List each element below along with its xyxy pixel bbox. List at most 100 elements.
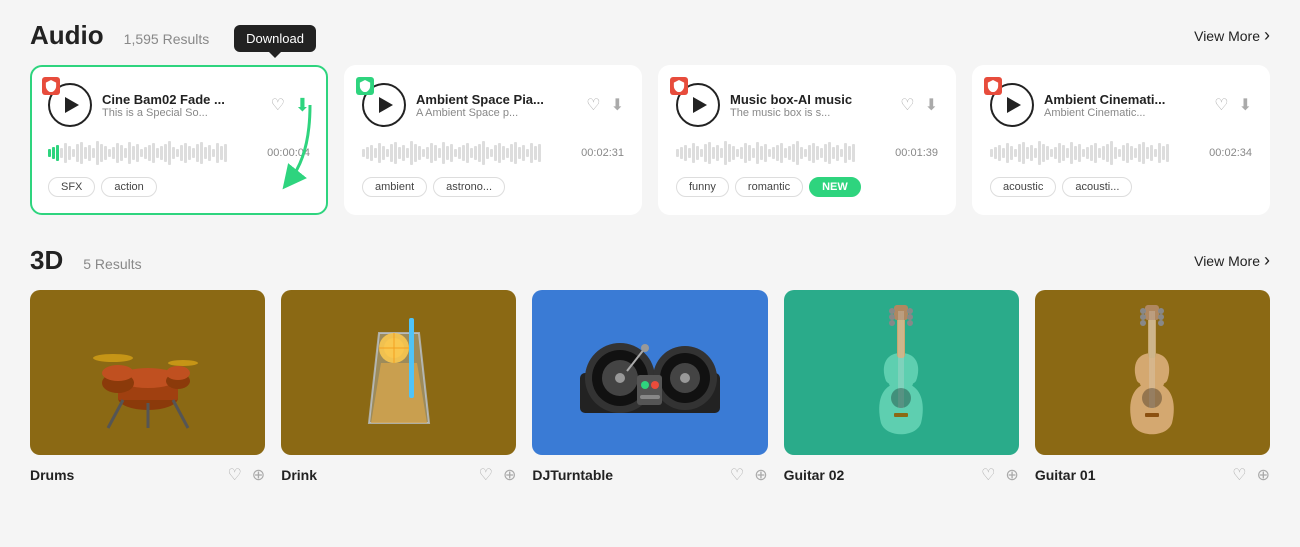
audio-info-1: Cine Bam02 Fade ... This is a Special So… (102, 92, 261, 119)
audio-info-4: Ambient Cinemati... Ambient Cinematic... (1044, 92, 1204, 119)
waveform-row-1: 00:00:04 (48, 139, 310, 167)
drums-actions: ♡ ⊕ (227, 465, 265, 485)
audio-cards-container: Download Cine Bam02 Fade ... This is a S… (30, 65, 1270, 215)
guitar2-name: Guitar 02 (784, 467, 845, 483)
shield-badge-3 (670, 77, 688, 95)
audio-actions-2: ♡ ⬇ (586, 95, 624, 115)
audio-tags-2: ambient astrono... (362, 177, 624, 197)
turntable-name: DJTurntable (532, 467, 613, 483)
tag-acoustic[interactable]: acoustic (990, 177, 1056, 197)
tag-acousti2[interactable]: acousti... (1062, 177, 1132, 197)
drums-card-bottom: Drums ♡ ⊕ (30, 465, 265, 485)
three-d-title: 3D (30, 245, 63, 276)
like-button-2[interactable]: ♡ (586, 95, 600, 115)
tag-new[interactable]: NEW (809, 177, 861, 197)
three-d-section-header: 3D 5 Results View More (30, 245, 1270, 276)
three-d-card-guitar2[interactable]: Guitar 02 ♡ ⊕ (784, 290, 1019, 485)
turntable-card-bottom: DJTurntable ♡ ⊕ (532, 465, 767, 485)
audio-subtitle-3: The music box is s... (730, 107, 890, 119)
turntable-image (532, 290, 767, 455)
audio-view-more[interactable]: View More (1194, 25, 1270, 46)
guitar2-actions: ♡ ⊕ (981, 465, 1019, 485)
drink-image (281, 290, 516, 455)
guitar1-like-icon[interactable]: ♡ (1232, 465, 1246, 485)
waveform-2 (362, 139, 573, 167)
download-button-2[interactable]: ⬇ (611, 95, 624, 115)
audio-card-4: Ambient Cinemati... Ambient Cinematic...… (972, 65, 1270, 215)
guitar1-card-bottom: Guitar 01 ♡ ⊕ (1035, 465, 1270, 485)
shield-badge-2 (356, 77, 374, 95)
download-button-3[interactable]: ⬇ (925, 95, 938, 115)
three-d-card-drums[interactable]: Drums ♡ ⊕ (30, 290, 265, 485)
like-button-4[interactable]: ♡ (1214, 95, 1228, 115)
duration-4: 00:02:34 (1209, 147, 1252, 159)
audio-title: Audio (30, 20, 104, 51)
audio-subtitle-4: Ambient Cinematic... (1044, 107, 1204, 119)
turntable-cart-icon[interactable]: ⊕ (754, 465, 767, 485)
guitar2-cart-icon[interactable]: ⊕ (1005, 465, 1018, 485)
drink-actions: ♡ ⊕ (479, 465, 517, 485)
guitar2-like-icon[interactable]: ♡ (981, 465, 995, 485)
download-button-4[interactable]: ⬇ (1239, 95, 1252, 115)
duration-1: 00:00:04 (267, 147, 310, 159)
audio-title-2: Ambient Space Pia... (416, 92, 576, 107)
three-d-cards-container: Drums ♡ ⊕ (30, 290, 1270, 485)
waveform-3 (676, 139, 887, 167)
audio-card-3-top: Music box-AI music The music box is s...… (676, 83, 938, 127)
three-d-section: 3D 5 Results View More (30, 245, 1270, 485)
drink-like-icon[interactable]: ♡ (479, 465, 493, 485)
turntable-like-icon[interactable]: ♡ (730, 465, 744, 485)
audio-tags-3: funny romantic NEW (676, 177, 938, 197)
waveform-row-4: 00:02:34 (990, 139, 1252, 167)
tag-funny[interactable]: funny (676, 177, 729, 197)
audio-actions-4: ♡ ⬇ (1214, 95, 1252, 115)
download-button-1[interactable]: ⬇ (295, 95, 310, 116)
turntable-actions: ♡ ⊕ (730, 465, 768, 485)
drink-name: Drink (281, 467, 317, 483)
audio-card-4-top: Ambient Cinemati... Ambient Cinematic...… (990, 83, 1252, 127)
guitar2-image (784, 290, 1019, 455)
guitar2-card-bottom: Guitar 02 ♡ ⊕ (784, 465, 1019, 485)
audio-count: 1,595 Results (124, 31, 210, 47)
audio-title-4: Ambient Cinemati... (1044, 92, 1204, 107)
audio-section: Audio 1,595 Results View More Download (30, 20, 1270, 215)
tag-sfx[interactable]: SFX (48, 177, 95, 197)
tag-action[interactable]: action (101, 177, 156, 197)
audio-subtitle-2: A Ambient Space p... (416, 107, 576, 119)
waveform-row-2: 00:02:31 (362, 139, 624, 167)
download-tooltip: Download (234, 25, 316, 52)
like-button-1[interactable]: ♡ (271, 95, 285, 115)
tag-astrono[interactable]: astrono... (433, 177, 505, 197)
shield-badge-1 (42, 77, 60, 95)
tag-romantic[interactable]: romantic (735, 177, 803, 197)
three-d-card-turntable[interactable]: DJTurntable ♡ ⊕ (532, 290, 767, 485)
drums-name: Drums (30, 467, 74, 483)
duration-2: 00:02:31 (581, 147, 624, 159)
duration-3: 00:01:39 (895, 147, 938, 159)
drums-like-icon[interactable]: ♡ (227, 465, 241, 485)
three-d-count: 5 Results (83, 256, 141, 272)
three-d-card-guitar1[interactable]: Guitar 01 ♡ ⊕ (1035, 290, 1270, 485)
drink-card-bottom: Drink ♡ ⊕ (281, 465, 516, 485)
drums-cart-icon[interactable]: ⊕ (252, 465, 265, 485)
waveform-4 (990, 139, 1201, 167)
audio-subtitle-1: This is a Special So... (102, 107, 261, 119)
audio-info-3: Music box-AI music The music box is s... (730, 92, 890, 119)
drink-cart-icon[interactable]: ⊕ (503, 465, 516, 485)
audio-actions-3: ♡ ⬇ (900, 95, 938, 115)
drums-image (30, 290, 265, 455)
audio-card-2: Ambient Space Pia... A Ambient Space p..… (344, 65, 642, 215)
guitar1-cart-icon[interactable]: ⊕ (1257, 465, 1270, 485)
audio-info-2: Ambient Space Pia... A Ambient Space p..… (416, 92, 576, 119)
waveform-1 (48, 139, 259, 167)
audio-actions-1: ♡ ⬇ (271, 95, 310, 116)
audio-section-header: Audio 1,595 Results View More (30, 20, 1270, 51)
audio-tags-1: SFX action (48, 177, 310, 197)
like-button-3[interactable]: ♡ (900, 95, 914, 115)
three-d-card-drink[interactable]: Drink ♡ ⊕ (281, 290, 516, 485)
tag-ambient[interactable]: ambient (362, 177, 427, 197)
guitar1-image (1035, 290, 1270, 455)
page: Audio 1,595 Results View More Download (0, 0, 1300, 505)
three-d-view-more[interactable]: View More (1194, 250, 1270, 271)
audio-card-1: Download Cine Bam02 Fade ... This is a S… (30, 65, 328, 215)
